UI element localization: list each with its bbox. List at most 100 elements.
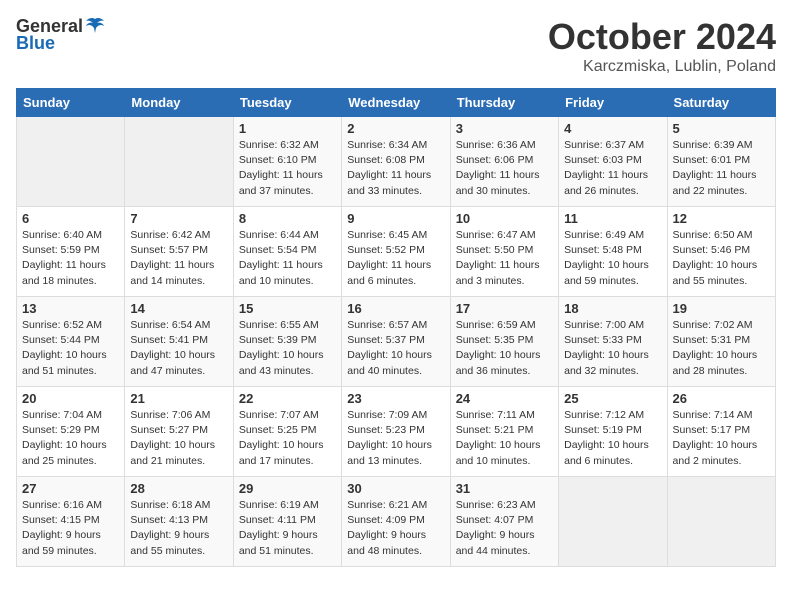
calendar-cell: 14 Sunrise: 6:54 AMSunset: 5:41 PMDayligh… <box>125 297 233 387</box>
day-info: Sunrise: 6:40 AMSunset: 5:59 PMDaylight:… <box>22 228 119 289</box>
day-info: Sunrise: 7:09 AMSunset: 5:23 PMDaylight:… <box>347 408 444 469</box>
logo-bird-icon <box>84 15 106 37</box>
day-info: Sunrise: 6:55 AMSunset: 5:39 PMDaylight:… <box>239 318 336 379</box>
day-info: Sunrise: 6:18 AMSunset: 4:13 PMDaylight:… <box>130 498 227 559</box>
day-number: 26 <box>673 391 770 406</box>
day-number: 27 <box>22 481 119 496</box>
day-number: 11 <box>564 211 661 226</box>
header-wednesday: Wednesday <box>342 89 450 117</box>
day-info: Sunrise: 6:45 AMSunset: 5:52 PMDaylight:… <box>347 228 444 289</box>
day-info: Sunrise: 6:32 AMSunset: 6:10 PMDaylight:… <box>239 138 336 199</box>
calendar-week-row: 20 Sunrise: 7:04 AMSunset: 5:29 PMDayligh… <box>17 387 776 477</box>
day-number: 20 <box>22 391 119 406</box>
calendar-table: Sunday Monday Tuesday Wednesday Thursday… <box>16 88 776 567</box>
day-info: Sunrise: 6:16 AMSunset: 4:15 PMDaylight:… <box>22 498 119 559</box>
logo-blue-text: Blue <box>16 33 55 54</box>
calendar-cell: 24Sunrise: 7:11 AMSunset: 5:21 PMDayligh… <box>450 387 558 477</box>
day-info: Sunrise: 6:37 AMSunset: 6:03 PMDaylight:… <box>564 138 661 199</box>
calendar-cell: 5 Sunrise: 6:39 AMSunset: 6:01 PMDaylight… <box>667 117 775 207</box>
day-number: 8 <box>239 211 336 226</box>
calendar-cell: 26 Sunrise: 7:14 AMSunset: 5:17 PMDayligh… <box>667 387 775 477</box>
header-monday: Monday <box>125 89 233 117</box>
page-header: General Blue October 2024 Karczmiska, Lu… <box>16 16 776 76</box>
location: Karczmiska, Lublin, Poland <box>548 58 776 76</box>
calendar-week-row: 6Sunrise: 6:40 AMSunset: 5:59 PMDaylight… <box>17 207 776 297</box>
month-title: October 2024 <box>548 16 776 58</box>
day-number: 18 <box>564 301 661 316</box>
day-number: 13 <box>22 301 119 316</box>
calendar-cell: 9 Sunrise: 6:45 AMSunset: 5:52 PMDaylight… <box>342 207 450 297</box>
day-info: Sunrise: 7:14 AMSunset: 5:17 PMDaylight:… <box>673 408 770 469</box>
day-number: 30 <box>347 481 444 496</box>
day-number: 23 <box>347 391 444 406</box>
calendar-cell: 13 Sunrise: 6:52 AMSunset: 5:44 PMDayligh… <box>17 297 125 387</box>
calendar-cell <box>667 477 775 567</box>
day-number: 7 <box>130 211 227 226</box>
calendar-cell: 7Sunrise: 6:42 AMSunset: 5:57 PMDaylight… <box>125 207 233 297</box>
calendar-cell: 8 Sunrise: 6:44 AMSunset: 5:54 PMDaylight… <box>233 207 341 297</box>
calendar-cell: 23 Sunrise: 7:09 AMSunset: 5:23 PMDayligh… <box>342 387 450 477</box>
calendar-cell: 2Sunrise: 6:34 AMSunset: 6:08 PMDaylight… <box>342 117 450 207</box>
day-number: 5 <box>673 121 770 136</box>
day-info: Sunrise: 7:02 AMSunset: 5:31 PMDaylight:… <box>673 318 770 379</box>
calendar-cell: 6Sunrise: 6:40 AMSunset: 5:59 PMDaylight… <box>17 207 125 297</box>
day-info: Sunrise: 7:06 AMSunset: 5:27 PMDaylight:… <box>130 408 227 469</box>
day-number: 25 <box>564 391 661 406</box>
day-number: 2 <box>347 121 444 136</box>
day-info: Sunrise: 6:19 AMSunset: 4:11 PMDaylight:… <box>239 498 336 559</box>
header-sunday: Sunday <box>17 89 125 117</box>
day-number: 16 <box>347 301 444 316</box>
day-number: 31 <box>456 481 553 496</box>
header-saturday: Saturday <box>667 89 775 117</box>
day-info: Sunrise: 6:59 AMSunset: 5:35 PMDaylight:… <box>456 318 553 379</box>
calendar-cell: 22Sunrise: 7:07 AMSunset: 5:25 PMDayligh… <box>233 387 341 477</box>
calendar-cell <box>125 117 233 207</box>
day-info: Sunrise: 6:54 AMSunset: 5:41 PMDaylight:… <box>130 318 227 379</box>
calendar-cell: 1Sunrise: 6:32 AMSunset: 6:10 PMDaylight… <box>233 117 341 207</box>
day-info: Sunrise: 6:44 AMSunset: 5:54 PMDaylight:… <box>239 228 336 289</box>
day-info: Sunrise: 6:21 AMSunset: 4:09 PMDaylight:… <box>347 498 444 559</box>
calendar-week-row: 13 Sunrise: 6:52 AMSunset: 5:44 PMDayligh… <box>17 297 776 387</box>
calendar-header-row: Sunday Monday Tuesday Wednesday Thursday… <box>17 89 776 117</box>
day-info: Sunrise: 6:50 AMSunset: 5:46 PMDaylight:… <box>673 228 770 289</box>
calendar-cell: 18 Sunrise: 7:00 AMSunset: 5:33 PMDayligh… <box>559 297 667 387</box>
day-info: Sunrise: 6:52 AMSunset: 5:44 PMDaylight:… <box>22 318 119 379</box>
day-info: Sunrise: 6:23 AMSunset: 4:07 PMDaylight:… <box>456 498 553 559</box>
day-number: 24 <box>456 391 553 406</box>
calendar-cell: 15Sunrise: 6:55 AMSunset: 5:39 PMDayligh… <box>233 297 341 387</box>
day-number: 4 <box>564 121 661 136</box>
day-number: 21 <box>130 391 227 406</box>
day-info: Sunrise: 6:36 AMSunset: 6:06 PMDaylight:… <box>456 138 553 199</box>
day-info: Sunrise: 6:47 AMSunset: 5:50 PMDaylight:… <box>456 228 553 289</box>
calendar-cell: 11 Sunrise: 6:49 AMSunset: 5:48 PMDayligh… <box>559 207 667 297</box>
calendar-cell <box>17 117 125 207</box>
day-number: 19 <box>673 301 770 316</box>
calendar-cell: 16 Sunrise: 6:57 AMSunset: 5:37 PMDayligh… <box>342 297 450 387</box>
day-number: 28 <box>130 481 227 496</box>
day-number: 17 <box>456 301 553 316</box>
day-number: 14 <box>130 301 227 316</box>
day-info: Sunrise: 7:00 AMSunset: 5:33 PMDaylight:… <box>564 318 661 379</box>
calendar-cell: 21 Sunrise: 7:06 AMSunset: 5:27 PMDayligh… <box>125 387 233 477</box>
day-info: Sunrise: 6:39 AMSunset: 6:01 PMDaylight:… <box>673 138 770 199</box>
calendar-cell: 19 Sunrise: 7:02 AMSunset: 5:31 PMDayligh… <box>667 297 775 387</box>
calendar-cell: 3 Sunrise: 6:36 AMSunset: 6:06 PMDaylight… <box>450 117 558 207</box>
calendar-week-row: 1Sunrise: 6:32 AMSunset: 6:10 PMDaylight… <box>17 117 776 207</box>
calendar-cell: 25Sunrise: 7:12 AMSunset: 5:19 PMDayligh… <box>559 387 667 477</box>
day-info: Sunrise: 6:57 AMSunset: 5:37 PMDaylight:… <box>347 318 444 379</box>
calendar-cell: 17 Sunrise: 6:59 AMSunset: 5:35 PMDayligh… <box>450 297 558 387</box>
header-thursday: Thursday <box>450 89 558 117</box>
day-number: 22 <box>239 391 336 406</box>
day-info: Sunrise: 6:49 AMSunset: 5:48 PMDaylight:… <box>564 228 661 289</box>
logo: General Blue <box>16 16 106 54</box>
day-number: 9 <box>347 211 444 226</box>
header-friday: Friday <box>559 89 667 117</box>
calendar-cell: 30 Sunrise: 6:21 AMSunset: 4:09 PMDayligh… <box>342 477 450 567</box>
day-info: Sunrise: 7:04 AMSunset: 5:29 PMDaylight:… <box>22 408 119 469</box>
day-number: 12 <box>673 211 770 226</box>
calendar-cell: 10Sunrise: 6:47 AMSunset: 5:50 PMDayligh… <box>450 207 558 297</box>
day-number: 3 <box>456 121 553 136</box>
calendar-cell <box>559 477 667 567</box>
title-block: October 2024 Karczmiska, Lublin, Poland <box>548 16 776 76</box>
calendar-cell: 12 Sunrise: 6:50 AMSunset: 5:46 PMDayligh… <box>667 207 775 297</box>
